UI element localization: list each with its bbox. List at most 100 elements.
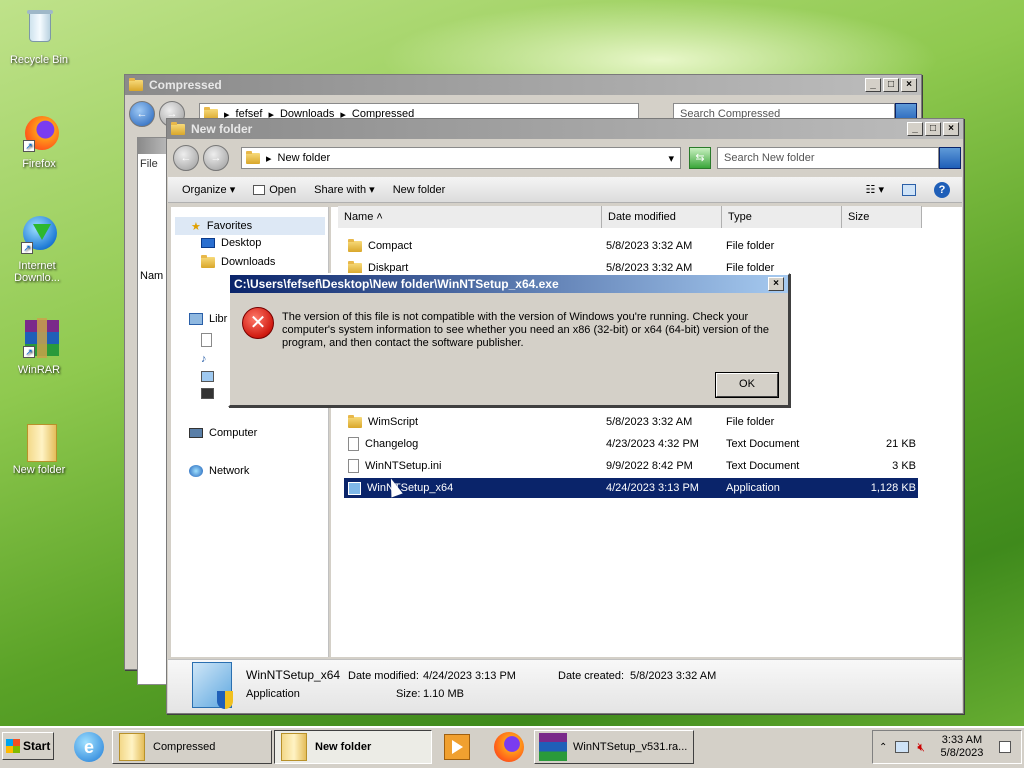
view-options-icon[interactable]: ☷ ▾	[866, 183, 884, 196]
folder-icon	[119, 733, 145, 761]
show-hidden-icons-icon[interactable]: ⌃	[879, 742, 887, 753]
open-icon	[253, 184, 266, 195]
column-name[interactable]: Nam	[140, 270, 163, 282]
maximize-button[interactable]: □	[925, 122, 941, 136]
folder-icon	[246, 150, 260, 164]
ok-button[interactable]: OK	[715, 372, 779, 398]
details-size-value: 1.10 MB	[423, 688, 464, 700]
internet-download-manager-icon: ↗	[15, 214, 59, 258]
desktop-icon-winrar[interactable]: ↗ WinRAR	[6, 318, 72, 376]
downloads-folder-icon	[201, 254, 215, 268]
breadcrumb-chevron-icon: ▸	[266, 152, 272, 165]
close-button[interactable]: ×	[901, 78, 917, 92]
folder-icon	[171, 121, 185, 135]
dialog-titlebar[interactable]: C:\Users\fefsef\Desktop\New folder\WinNT…	[230, 275, 788, 293]
details-file-name: WinNTSetup_x64	[246, 668, 341, 682]
dialog-message: The version of this file is not compatib…	[282, 311, 769, 349]
file-row-winntsetup-ini[interactable]: WinNTSetup.ini 9/9/2022 8:42 PM Text Doc…	[344, 456, 918, 476]
application-large-icon	[192, 662, 233, 709]
file-row-changelog[interactable]: Changelog 4/23/2023 4:32 PM Text Documen…	[344, 434, 918, 454]
share-with-button[interactable]: Share with ▾	[314, 183, 375, 196]
sort-ascending-icon: ˄	[376, 211, 383, 223]
music-icon: ♪	[201, 353, 207, 365]
breadcrumb-new-folder[interactable]: New folder	[278, 152, 331, 164]
error-dialog[interactable]: C:\Users\fefsef\Desktop\New folder\WinNT…	[228, 273, 790, 407]
clock-time[interactable]: 3:33 AM	[942, 734, 982, 747]
taskbar-item-winrar[interactable]: WinNTSetup_v531.ra...	[534, 730, 694, 764]
winrar-icon: ↗	[17, 318, 61, 362]
recycle-bin-icon	[17, 8, 61, 52]
error-icon: ✕	[242, 307, 274, 339]
text-document-icon	[348, 437, 359, 451]
windows-logo-icon	[6, 739, 20, 753]
pictures-icon	[201, 371, 214, 382]
column-header-date[interactable]: Date modified	[602, 206, 722, 228]
column-header-size[interactable]: Size	[842, 206, 922, 228]
documents-icon	[201, 333, 212, 347]
file-row-winntsetup-x64[interactable]: WinNTSetup_x64 4/24/2023 3:13 PM Applica…	[344, 478, 918, 498]
new-folder-titlebar[interactable]: New folder _ □ ×	[167, 119, 963, 139]
back-button[interactable]: ←	[173, 145, 199, 171]
details-created-label: Date created:	[558, 670, 625, 682]
window-title: Compressed	[149, 78, 222, 92]
show-desktop-icon[interactable]	[998, 741, 1011, 753]
nav-favorites[interactable]: ★ Favorites	[175, 217, 325, 235]
internet-explorer-icon[interactable]: e	[74, 732, 104, 762]
help-icon[interactable]: ?	[934, 181, 950, 198]
folder-icon	[17, 418, 61, 462]
folder-icon	[348, 414, 362, 428]
volume-muted-icon[interactable]: 🔇︎	[917, 740, 925, 755]
command-bar: Organize ▾ Open Share with ▾ New folder …	[168, 177, 962, 203]
firefox-icon[interactable]	[494, 732, 524, 762]
nav-desktop[interactable]: Desktop	[201, 237, 261, 249]
firefox-icon: ↗	[17, 112, 61, 156]
search-input[interactable]: Search New folder	[717, 147, 939, 169]
folder-icon	[348, 260, 362, 274]
forward-button[interactable]: →	[203, 145, 229, 171]
nav-libraries[interactable]: Libr	[189, 313, 227, 325]
column-header-name[interactable]: Name ˄	[338, 206, 602, 228]
compressed-titlebar[interactable]: Compressed _ □ ×	[125, 75, 921, 95]
address-bar[interactable]: ▸ New folder ▾	[241, 147, 681, 169]
network-icon	[189, 465, 203, 477]
desktop-icon-recycle-bin[interactable]: Recycle Bin	[6, 8, 72, 66]
network-tray-icon[interactable]	[895, 741, 910, 753]
organize-button[interactable]: Organize ▾	[182, 183, 235, 196]
desktop-icon-new-folder[interactable]: New folder	[6, 418, 72, 476]
details-size-label: Size:	[396, 688, 421, 700]
settings-file-icon	[348, 459, 359, 473]
clock-date[interactable]: 5/8/2023	[941, 747, 984, 760]
minimize-button[interactable]: _	[907, 122, 923, 136]
videos-icon	[201, 388, 214, 399]
details-created-value: 5/8/2023 3:32 AM	[630, 670, 717, 682]
desktop-icon-label: Recycle Bin	[9, 54, 69, 66]
close-button[interactable]: ×	[943, 122, 959, 136]
chevron-down-icon[interactable]: ▾	[668, 152, 680, 165]
nav-network[interactable]: Network	[189, 465, 249, 477]
desktop-icon-firefox[interactable]: ↗ Firefox	[6, 112, 72, 170]
search-icon[interactable]	[939, 147, 961, 169]
desktop-icon-label: New folder	[12, 464, 66, 476]
nav-downloads[interactable]: Downloads	[201, 254, 275, 268]
desktop-icon-idm[interactable]: ↗ Internet Downlo...	[4, 214, 70, 284]
desktop-icon	[201, 238, 215, 248]
column-header-type[interactable]: Type	[722, 206, 842, 228]
refresh-icon[interactable]: ⇆	[689, 147, 711, 169]
taskbar-item-compressed[interactable]: Compressed	[112, 730, 272, 764]
nav-computer[interactable]: Computer	[189, 427, 257, 439]
preview-pane-icon[interactable]	[902, 183, 916, 196]
library-subitems[interactable]: ♪	[201, 333, 215, 429]
new-folder-button[interactable]: New folder	[393, 184, 446, 196]
back-button[interactable]: ←	[129, 101, 155, 127]
file-row-compact[interactable]: Compact 5/8/2023 3:32 AM File folder	[344, 236, 918, 256]
taskbar-item-new-folder[interactable]: New folder	[274, 730, 432, 764]
maximize-button[interactable]: □	[883, 78, 899, 92]
folder-icon	[281, 733, 307, 761]
media-player-icon[interactable]	[444, 734, 470, 760]
open-button[interactable]: Open	[253, 184, 296, 196]
start-button[interactable]: Start	[2, 732, 54, 760]
file-row-wimscript[interactable]: WimScript 5/8/2023 3:32 AM File folder	[344, 412, 918, 432]
minimize-button[interactable]: _	[865, 78, 881, 92]
dialog-close-button[interactable]: ×	[768, 277, 784, 291]
details-modified-label: Date modified:	[348, 670, 419, 682]
